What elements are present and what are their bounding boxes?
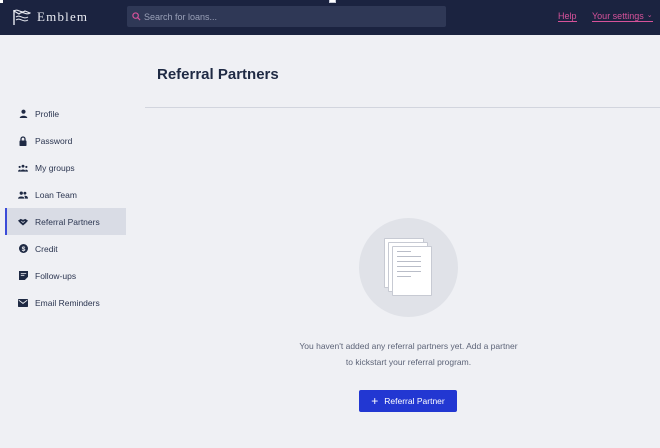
page-title: Referral Partners — [157, 66, 279, 83]
settings-sidebar: Profile Password My groups Loan Team Ref… — [5, 100, 126, 316]
sidebar-item-my-groups[interactable]: My groups — [5, 154, 126, 181]
team-icon — [18, 190, 28, 200]
sidebar-item-referral-partners[interactable]: Referral Partners — [5, 208, 126, 235]
cursor-marker — [329, 0, 336, 3]
empty-state-message-line-2: to kickstart your referral program. — [345, 357, 472, 367]
empty-state-message-line-1: You haven't added any referral partners … — [299, 341, 518, 351]
sidebar-item-label: Referral Partners — [35, 216, 100, 227]
sidebar-item-follow-ups[interactable]: Follow-ups — [5, 262, 126, 289]
sidebar-item-label: Password — [35, 135, 73, 146]
sidebar-item-label: Loan Team — [35, 189, 77, 200]
document-lines — [397, 251, 421, 281]
settings-label: Your settings — [592, 11, 644, 21]
empty-state-message: You haven't added any referral partners … — [270, 338, 547, 370]
title-divider — [145, 107, 660, 108]
flag-logo-icon — [13, 9, 32, 25]
handshake-icon — [18, 217, 28, 227]
sidebar-item-label: My groups — [35, 162, 75, 173]
sidebar-item-label: Profile — [35, 108, 60, 119]
sidebar-item-password[interactable]: Password — [5, 127, 126, 154]
sidebar-item-credit[interactable]: $ Credit — [5, 235, 126, 262]
corner-marker — [0, 0, 3, 3]
search-input[interactable] — [144, 11, 446, 22]
emblem-logo[interactable]: Emblem — [12, 7, 88, 27]
search-bar[interactable] — [127, 6, 446, 27]
logo-text: Emblem — [37, 9, 89, 24]
note-icon — [18, 271, 28, 281]
groups-icon — [18, 163, 28, 173]
help-link[interactable]: Help — [558, 11, 577, 22]
add-referral-partner-button[interactable]: + Referral Partner — [359, 390, 457, 412]
add-referral-partner-label: Referral Partner — [384, 396, 445, 406]
lock-icon — [18, 135, 28, 146]
search-icon — [132, 12, 141, 21]
dollar-circle-icon: $ — [18, 244, 28, 254]
sidebar-item-loan-team[interactable]: Loan Team — [5, 181, 126, 208]
top-nav-bar: Emblem Help Your settings ⌄ — [0, 0, 660, 35]
sidebar-item-email-reminders[interactable]: Email Reminders — [5, 289, 126, 316]
sidebar-item-label: Credit — [35, 243, 58, 254]
sidebar-item-label: Email Reminders — [35, 297, 100, 308]
mail-icon — [18, 298, 28, 308]
sidebar-item-profile[interactable]: Profile — [5, 100, 126, 127]
svg-text:$: $ — [21, 246, 25, 253]
person-icon — [18, 109, 28, 119]
chevron-down-icon: ⌄ — [646, 12, 653, 19]
your-settings-menu[interactable]: Your settings ⌄ — [592, 11, 653, 22]
plus-icon: + — [371, 394, 379, 408]
sidebar-item-label: Follow-ups — [35, 270, 77, 281]
